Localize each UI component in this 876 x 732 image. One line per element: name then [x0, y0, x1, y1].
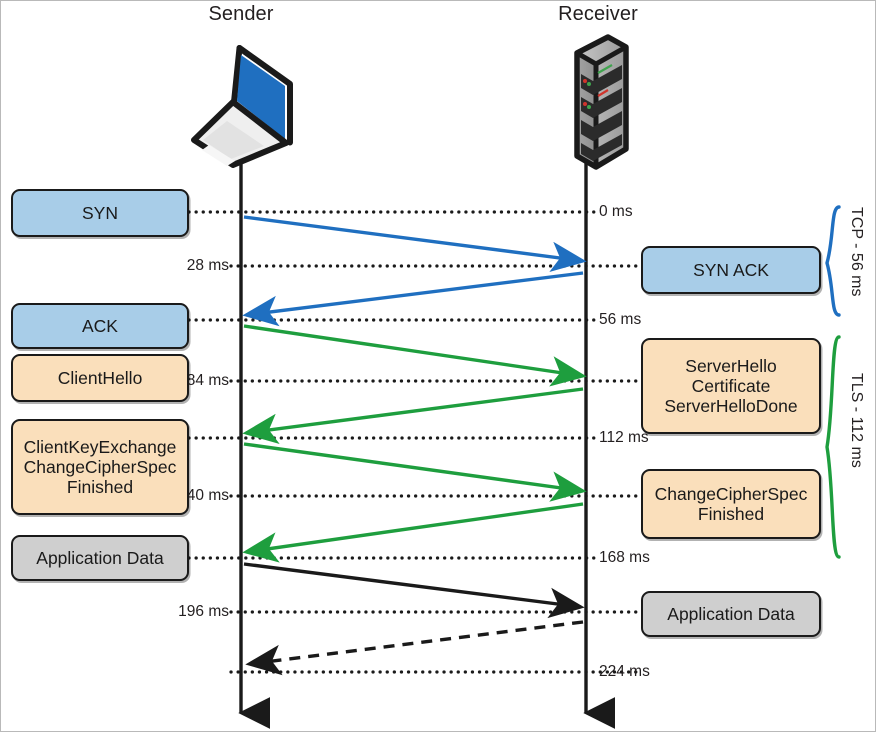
actor-label-receiver: Receiver	[558, 3, 638, 25]
message-box-syn: SYN	[11, 189, 189, 237]
time-marker-112ms: 112 ms	[599, 429, 649, 446]
message-arrows	[242, 215, 587, 676]
message-line: ClientKeyExchange	[23, 436, 177, 457]
brace-label-tls: TLS - 112 ms	[848, 373, 865, 468]
time-marker-0ms: 0 ms	[599, 203, 633, 220]
time-guides	[187, 210, 643, 674]
time-marker-168ms: 168 ms	[599, 549, 650, 566]
tls-handshake-diagram: Sender Receiver 0 ms 28 ms 56 ms 84 ms 1…	[0, 0, 876, 732]
message-line: ChangeCipherSpec	[23, 456, 177, 477]
message-box-syn-ack: SYN ACK	[641, 246, 821, 294]
arrow-client-key-exch	[243, 442, 587, 502]
message-line: ChangeCipherSpec	[654, 483, 808, 504]
brace-tcp-curve	[825, 205, 841, 317]
message-line: ServerHelloDone	[664, 396, 798, 417]
arrow-syn-ack	[242, 271, 584, 327]
arrow-app-data-back	[245, 620, 584, 676]
time-marker-56ms: 56 ms	[599, 311, 642, 328]
arrow-server-finished	[242, 502, 584, 563]
message-box-application-data-sender: Application Data	[11, 535, 189, 581]
actor-label-sender: Sender	[208, 3, 274, 25]
message-line: Finished	[66, 477, 134, 498]
message-box-ack: ACK	[11, 303, 189, 349]
arrow-client-hello	[243, 324, 587, 387]
message-line: Application Data	[667, 603, 795, 624]
message-box-server-hello-group: ServerHello Certificate ServerHelloDone	[641, 338, 821, 434]
message-box-client-hello: ClientHello	[11, 354, 189, 402]
brace-tls-curve	[825, 335, 841, 559]
time-marker-224ms: 224 ms	[599, 663, 650, 680]
message-box-client-key-exchange-group: ClientKeyExchange ChangeCipherSpec Finis…	[11, 419, 189, 515]
message-line: ClientHello	[57, 367, 143, 388]
time-marker-28ms: 28 ms	[186, 257, 229, 274]
message-line: Finished	[697, 504, 765, 524]
laptop-icon	[191, 45, 293, 168]
message-box-server-change-cipher-group: ChangeCipherSpec Finished	[641, 469, 821, 539]
message-line: ServerHello	[685, 355, 777, 376]
message-line: Certificate	[691, 375, 771, 396]
phase-braces	[825, 205, 841, 559]
arrow-app-data-out	[243, 562, 585, 619]
time-marker-84ms: 84 ms	[186, 372, 229, 389]
message-line: ACK	[82, 315, 118, 336]
message-box-application-data-receiver: Application Data	[641, 591, 821, 637]
message-line: SYN ACK	[693, 259, 769, 280]
message-line: SYN	[82, 202, 118, 223]
message-line: Application Data	[36, 547, 164, 568]
time-marker-196ms: 196 ms	[178, 603, 229, 620]
arrow-server-hello	[242, 387, 584, 445]
arrow-syn	[243, 215, 587, 273]
brace-label-tcp: TCP - 56 ms	[848, 207, 865, 297]
server-icon	[574, 34, 629, 170]
lifelines	[238, 151, 616, 729]
